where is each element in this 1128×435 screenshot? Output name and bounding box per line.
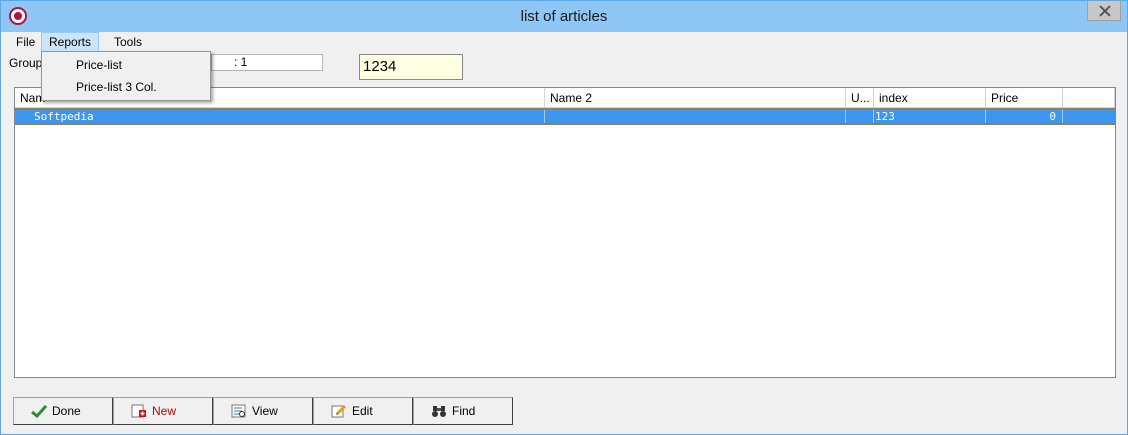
edit-label: Edit <box>352 404 373 418</box>
edit-button[interactable]: Edit <box>313 397 413 425</box>
find-label: Find <box>452 404 476 418</box>
articles-list[interactable]: Nam Name 2 U... index Price Softpedia 12… <box>14 87 1116 378</box>
binoculars-icon <box>432 406 446 417</box>
new-document-icon <box>131 404 146 418</box>
menu-bar: File Reports Tools <box>1 32 1127 52</box>
cell-name2 <box>545 110 846 123</box>
cell-index: 123 <box>874 110 986 123</box>
group-label: Group <box>9 56 43 70</box>
menu-item-price-list[interactable]: Price-list <box>76 55 122 75</box>
find-button[interactable]: Find <box>413 397 513 425</box>
menu-reports[interactable]: Reports <box>41 32 100 52</box>
code-field[interactable]: 1234 <box>359 54 463 80</box>
cell-name: Softpedia <box>15 110 545 123</box>
column-header-empty <box>1063 88 1115 108</box>
new-label: New <box>152 404 177 418</box>
app-window: list of articles File Reports Tools Pric… <box>0 0 1128 435</box>
view-button[interactable]: View <box>213 397 313 425</box>
menu-tools[interactable]: Tools <box>107 32 149 52</box>
view-report-icon <box>231 404 246 418</box>
done-button[interactable]: Done <box>13 397 113 425</box>
table-row[interactable]: Softpedia 123 0 <box>15 108 1115 125</box>
column-header-name2[interactable]: Name 2 <box>545 88 846 108</box>
done-label: Done <box>52 404 81 418</box>
window-title: list of articles <box>520 8 608 25</box>
cell-unit <box>846 110 874 123</box>
new-button[interactable]: New <box>113 397 213 425</box>
checkmark-icon <box>31 404 47 418</box>
close-icon[interactable] <box>1087 1 1121 21</box>
column-header-price[interactable]: Price <box>986 88 1063 108</box>
edit-pencil-icon <box>331 404 347 418</box>
column-header-index[interactable]: index <box>874 88 986 108</box>
menu-file[interactable]: File <box>9 32 42 52</box>
title-bar: list of articles <box>1 1 1127 32</box>
menu-item-price-list-3-col[interactable]: Price-list 3 Col. <box>76 77 157 97</box>
cell-price: 0 <box>986 110 1063 123</box>
view-label: View <box>252 404 278 418</box>
column-header-unit[interactable]: U... <box>846 88 874 108</box>
group-field[interactable]: : 1 <box>211 54 323 71</box>
reports-dropdown: Price-list Price-list 3 Col. <box>41 51 211 101</box>
